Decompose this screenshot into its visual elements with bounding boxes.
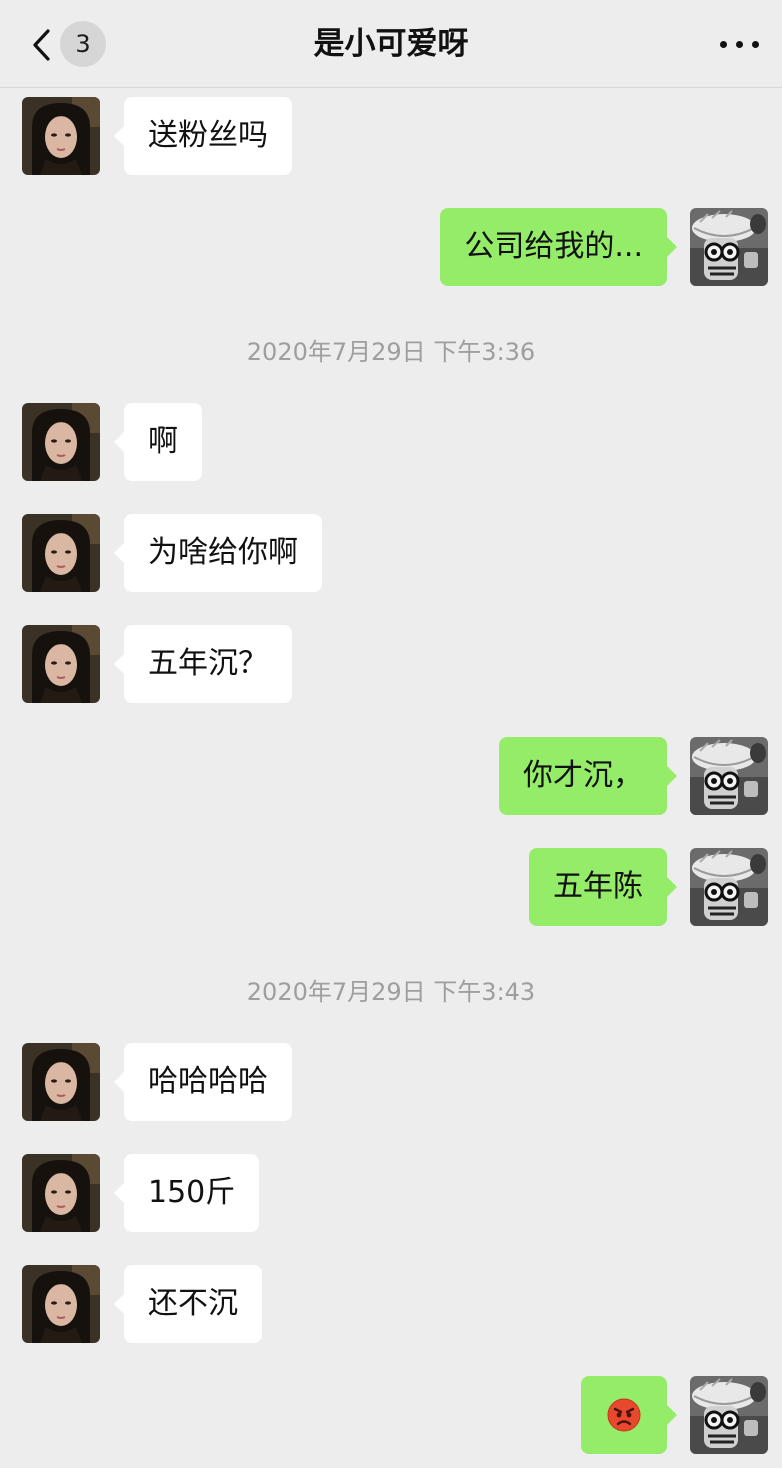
chat-screen: 3 是小可爱呀 送粉丝吗 公司给我的... 2020年7月29日 下午3:36 … bbox=[0, 0, 782, 1468]
message-row-sent: 公司给我的... bbox=[0, 208, 782, 288]
chevron-left-icon bbox=[33, 29, 50, 61]
message-row-received: 还不沉 bbox=[0, 1265, 782, 1345]
unread-count-badge: 3 bbox=[60, 21, 106, 67]
message-bubble[interactable]: 啊 bbox=[114, 403, 202, 481]
message-row-sent: 五年陈 bbox=[0, 848, 782, 928]
contact-avatar[interactable] bbox=[22, 1265, 100, 1343]
message-row-received: 为啥给你啊 bbox=[0, 514, 782, 594]
message-bubble[interactable]: 150斤 bbox=[113, 1154, 260, 1232]
message-bubble[interactable]: 哈哈哈哈 bbox=[114, 1043, 292, 1121]
my-avatar[interactable] bbox=[690, 1376, 768, 1454]
contact-avatar[interactable] bbox=[22, 1154, 100, 1232]
more-dot-icon bbox=[752, 41, 759, 48]
message-row-sent: 你才沉， bbox=[0, 737, 782, 817]
message-row-received: 五年沉？ bbox=[0, 625, 782, 705]
message-bubble[interactable]: 公司给我的... bbox=[440, 208, 677, 286]
contact-avatar[interactable] bbox=[22, 514, 100, 592]
more-options-button[interactable] bbox=[716, 22, 764, 66]
message-timestamp: 2020年7月29日 下午3:43 bbox=[246, 978, 536, 1006]
navigation-bar: 3 是小可爱呀 bbox=[0, 0, 782, 88]
my-avatar[interactable] bbox=[690, 737, 768, 815]
my-avatar[interactable] bbox=[690, 208, 768, 286]
message-bubble[interactable]: 你才沉， bbox=[499, 737, 677, 815]
message-row-received: 啊 bbox=[0, 403, 782, 483]
message-row-received: 送粉丝吗 bbox=[0, 97, 782, 177]
message-row-sent bbox=[0, 1376, 782, 1456]
more-dot-icon bbox=[720, 41, 727, 48]
contact-avatar[interactable] bbox=[22, 97, 100, 175]
back-button[interactable]: 3 bbox=[20, 18, 120, 70]
my-avatar[interactable] bbox=[690, 848, 768, 926]
message-bubble[interactable]: 为啥给你啊 bbox=[114, 514, 322, 592]
message-bubble[interactable]: 送粉丝吗 bbox=[114, 97, 292, 175]
chat-title: 是小可爱呀 bbox=[313, 26, 469, 62]
message-bubble[interactable]: 还不沉 bbox=[114, 1265, 262, 1343]
angry-face-icon bbox=[607, 1398, 641, 1432]
contact-avatar[interactable] bbox=[22, 403, 100, 481]
message-row-received: 哈哈哈哈 bbox=[0, 1043, 782, 1123]
contact-avatar[interactable] bbox=[22, 1043, 100, 1121]
message-timestamp: 2020年7月29日 下午3:36 bbox=[246, 338, 536, 366]
message-bubble[interactable] bbox=[581, 1376, 677, 1454]
message-bubble[interactable]: 五年陈 bbox=[529, 848, 677, 926]
more-dot-icon bbox=[736, 41, 743, 48]
contact-avatar[interactable] bbox=[22, 625, 100, 703]
message-bubble[interactable]: 五年沉？ bbox=[114, 625, 292, 703]
message-row-received: 150斤 bbox=[0, 1154, 782, 1234]
